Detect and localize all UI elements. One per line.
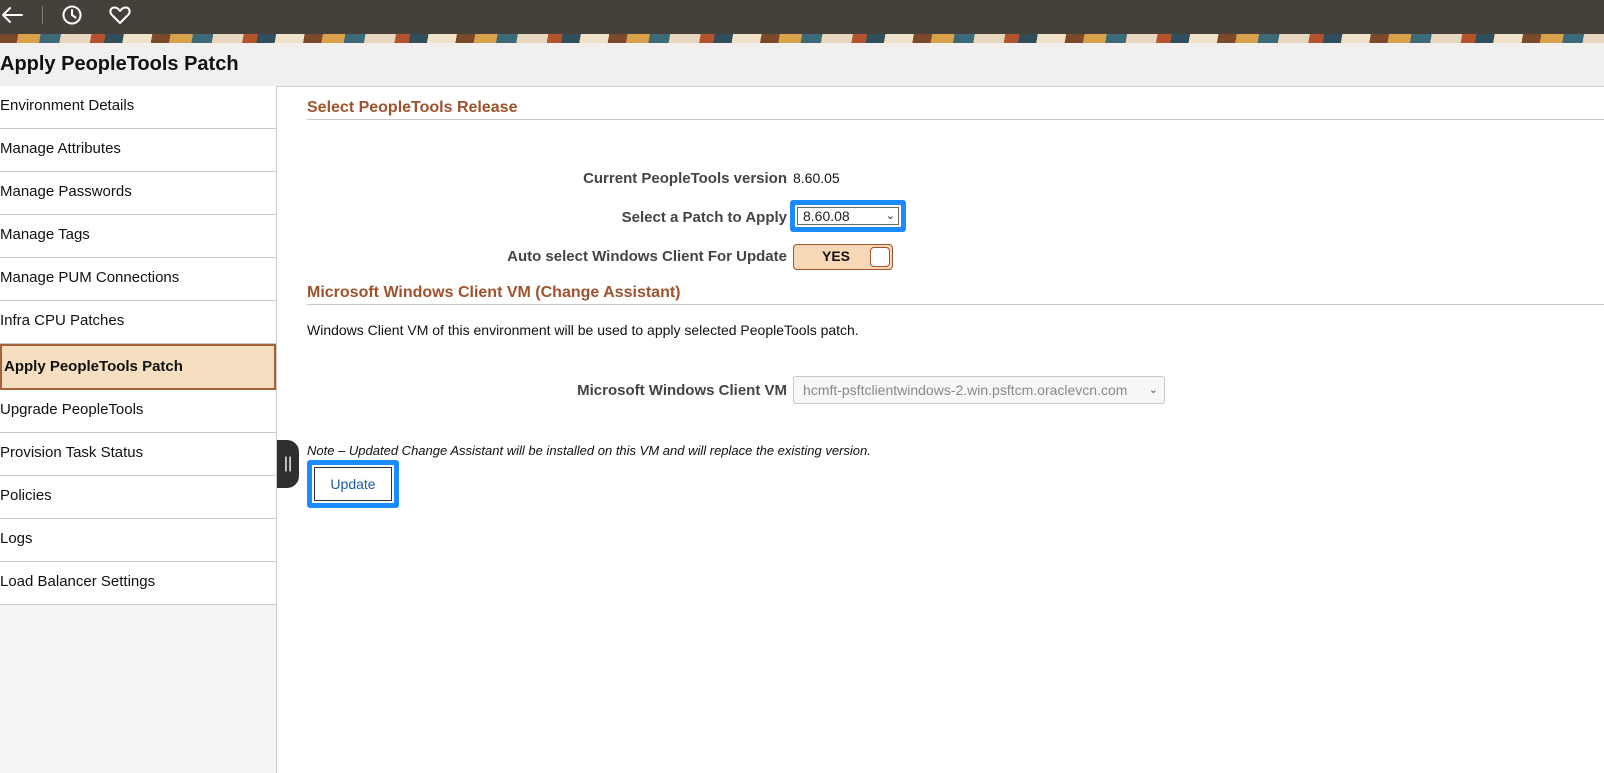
toggle-knob <box>870 247 890 267</box>
sidebar-item-label: Infra CPU Patches <box>0 312 125 329</box>
patch-select-label: Select a Patch to Apply <box>621 209 787 226</box>
page-title: Apply PeopleTools Patch <box>0 53 239 75</box>
vm-select[interactable]: hcmft-psftclientwindows-2.win.psftcm.ora… <box>793 376 1165 404</box>
sidebar-item-label: Provision Task Status <box>0 444 144 461</box>
chevron-down-icon: ⌄ <box>1148 384 1158 396</box>
sidebar-nav: Environment Details Manage Attributes Ma… <box>0 86 277 773</box>
vm-section-title: Microsoft Windows Client VM (Change Assi… <box>307 284 1604 305</box>
auto-select-toggle[interactable]: YES <box>793 244 893 270</box>
sidebar-item-load-balancer-settings[interactable]: Load Balancer Settings <box>0 562 276 605</box>
sidebar-item-label: Upgrade PeopleTools <box>0 401 144 418</box>
change-assistant-note: Note – Updated Change Assistant will be … <box>307 443 871 458</box>
sidebar-item-infra-cpu-patches[interactable]: Infra CPU Patches <box>0 301 276 344</box>
patch-select[interactable]: 8.60.08 ⌄ <box>797 207 899 225</box>
sidebar-item-apply-peopletools-patch[interactable]: Apply PeopleTools Patch <box>0 344 276 390</box>
decorative-banner-stripe <box>0 34 1604 43</box>
sidebar-item-manage-pum-connections[interactable]: Manage PUM Connections <box>0 258 276 301</box>
sidebar-item-environment-details[interactable]: Environment Details <box>0 86 276 129</box>
heart-icon[interactable] <box>108 3 132 27</box>
patch-select-focus-ring: 8.60.08 ⌄ <box>790 200 906 232</box>
update-button[interactable]: Update <box>314 467 392 501</box>
top-banner <box>0 0 1604 34</box>
sidebar-item-manage-attributes[interactable]: Manage Attributes <box>0 129 276 172</box>
sidebar-collapse-handle[interactable]: || <box>277 440 299 488</box>
sidebar-item-upgrade-peopletools[interactable]: Upgrade PeopleTools <box>0 390 276 433</box>
sidebar-item-manage-tags[interactable]: Manage Tags <box>0 215 276 258</box>
auto-select-label: Auto select Windows Client For Update <box>507 248 787 265</box>
patch-select-value: 8.60.08 <box>803 208 850 224</box>
sidebar-item-label: Manage PUM Connections <box>0 269 180 286</box>
sidebar-item-label: Manage Passwords <box>0 183 132 200</box>
toggle-state-text: YES <box>822 248 851 264</box>
release-section-title: Select PeopleTools Release <box>307 99 1604 120</box>
current-version-value: 8.60.05 <box>793 170 840 186</box>
clock-icon[interactable] <box>60 3 84 27</box>
page-header: Apply PeopleTools Patch <box>0 43 1604 87</box>
back-arrow-icon[interactable] <box>0 3 24 27</box>
toolbar-separator <box>42 6 43 24</box>
sidebar-item-logs[interactable]: Logs <box>0 519 276 562</box>
collapse-handle-glyph: || <box>283 455 293 472</box>
sidebar-item-label: Manage Attributes <box>0 140 121 157</box>
sidebar-item-label: Apply PeopleTools Patch <box>4 358 183 375</box>
sidebar-item-label: Logs <box>0 530 33 547</box>
sidebar-item-label: Policies <box>0 487 52 504</box>
update-button-focus-ring: Update <box>307 460 399 508</box>
sidebar-item-policies[interactable]: Policies <box>0 476 276 519</box>
sidebar-item-label: Load Balancer Settings <box>0 573 156 590</box>
sidebar-item-manage-passwords[interactable]: Manage Passwords <box>0 172 276 215</box>
sidebar-item-label: Environment Details <box>0 97 135 114</box>
sidebar-item-label: Manage Tags <box>0 226 90 243</box>
chevron-down-icon: ⌄ <box>885 210 895 222</box>
vm-description: Windows Client VM of this environment wi… <box>307 322 859 338</box>
current-version-label: Current PeopleTools version <box>583 170 787 187</box>
vm-select-label: Microsoft Windows Client VM <box>577 382 787 399</box>
vm-select-value: hcmft-psftclientwindows-2.win.psftcm.ora… <box>803 382 1128 398</box>
sidebar-item-provision-task-status[interactable]: Provision Task Status <box>0 433 276 476</box>
